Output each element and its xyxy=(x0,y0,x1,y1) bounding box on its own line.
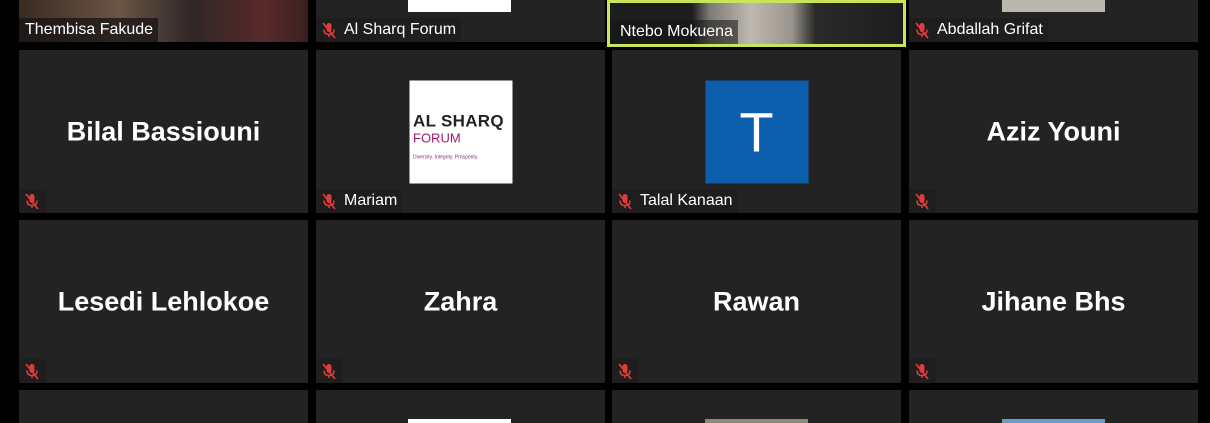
video-tile-row4-4[interactable] xyxy=(909,390,1198,423)
logo-image xyxy=(408,0,511,12)
participant-display-name: Bilal Bassiouni xyxy=(66,116,261,146)
logo-image xyxy=(408,419,511,423)
video-tile-al-sharq-forum[interactable]: Al Sharq Forum xyxy=(316,0,605,42)
mic-muted-icon xyxy=(322,22,336,39)
video-tile-abdallah[interactable]: Abdallah Grifat xyxy=(909,0,1198,42)
participant-label xyxy=(19,189,46,213)
al-sharq-forum-logo: AL SHARQ FORUM Diversity. Integrity. Pro… xyxy=(409,80,512,183)
participant-display-name: Lesedi Lehlokoe xyxy=(57,286,270,316)
mic-muted-icon xyxy=(25,363,39,380)
video-feed xyxy=(1002,0,1105,12)
participant-name: Thembisa Fakude xyxy=(25,21,154,38)
participant-name: Talal Kanaan xyxy=(640,192,733,209)
participant-name: Ntebo Mokuena xyxy=(620,23,733,40)
participant-label: Ntebo Mokuena xyxy=(610,20,738,44)
participant-label: Abdallah Grifat xyxy=(909,18,1048,42)
participant-label xyxy=(909,359,936,383)
participant-display-name: Jihane Bhs xyxy=(981,286,1126,316)
video-tile-row4-1[interactable] xyxy=(19,390,308,423)
participant-name: Al Sharq Forum xyxy=(344,21,457,38)
participant-label: Mariam xyxy=(316,189,403,213)
video-tile-ntebo-active-speaker[interactable]: Ntebo Mokuena xyxy=(607,0,906,47)
participant-name: Abdallah Grifat xyxy=(937,21,1043,38)
participant-display-name: Rawan xyxy=(712,286,801,316)
participant-display-name: Aziz Youni xyxy=(986,116,1121,146)
video-tile-row4-3[interactable] xyxy=(612,390,901,423)
mic-muted-icon xyxy=(322,193,336,210)
video-tile-bilal[interactable]: Bilal Bassiouni xyxy=(19,50,308,213)
video-feed xyxy=(705,419,808,423)
video-tile-zahra[interactable]: Zahra xyxy=(316,220,605,383)
mic-muted-icon xyxy=(618,193,632,210)
avatar: T xyxy=(705,80,808,183)
participant-label xyxy=(612,359,639,383)
mic-muted-icon xyxy=(322,363,336,380)
participant-display-name: Zahra xyxy=(423,286,498,316)
participant-label xyxy=(19,359,46,383)
mic-muted-icon xyxy=(915,363,929,380)
logo-line2: FORUM xyxy=(413,130,461,145)
participant-name: Mariam xyxy=(344,192,398,209)
participant-label: Al Sharq Forum xyxy=(316,18,462,42)
mic-muted-icon xyxy=(915,22,929,39)
video-feed xyxy=(1002,419,1105,423)
participant-label xyxy=(909,189,936,213)
video-tile-talal[interactable]: T Talal Kanaan xyxy=(612,50,901,213)
participant-label: Talal Kanaan xyxy=(612,189,738,213)
mic-muted-icon xyxy=(915,193,929,210)
mic-muted-icon xyxy=(25,193,39,210)
participant-label: Thembisa Fakude xyxy=(19,18,159,42)
logo-tagline: Diversity. Integrity. Prosperity. xyxy=(413,154,479,160)
video-tile-aziz[interactable]: Aziz Youni xyxy=(909,50,1198,213)
video-tile-jihane[interactable]: Jihane Bhs xyxy=(909,220,1198,383)
video-tile-rawan[interactable]: Rawan xyxy=(612,220,901,383)
participant-label xyxy=(316,359,343,383)
video-tile-mariam[interactable]: AL SHARQ FORUM Diversity. Integrity. Pro… xyxy=(316,50,605,213)
logo-line1: AL SHARQ xyxy=(413,111,504,130)
mic-muted-icon xyxy=(618,363,632,380)
video-tile-lesedi[interactable]: Lesedi Lehlokoe xyxy=(19,220,308,383)
video-tile-thembisa[interactable]: Thembisa Fakude xyxy=(19,0,308,42)
video-tile-row4-2[interactable] xyxy=(316,390,605,423)
